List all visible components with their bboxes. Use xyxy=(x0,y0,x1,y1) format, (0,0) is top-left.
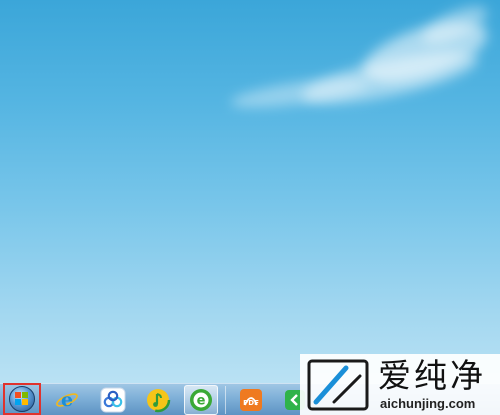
taskbar-pdf-reader[interactable]: PDF xyxy=(234,385,268,415)
windows-start-orb-icon xyxy=(9,386,35,412)
internet-explorer-icon: e xyxy=(56,389,78,411)
watermark-title: 爱纯净 xyxy=(378,356,486,395)
taskbar-internet-explorer[interactable]: e xyxy=(50,385,84,415)
taskbar-360-browser[interactable]: e xyxy=(184,385,218,415)
start-button[interactable] xyxy=(3,383,41,415)
taskbar-qq-music[interactable] xyxy=(141,385,175,415)
aichunjing-logo-icon xyxy=(307,359,369,411)
baidu-netdisk-icon xyxy=(100,387,126,413)
site-watermark: 爱纯净 aichunjing.com xyxy=(300,354,500,415)
cloud xyxy=(229,72,371,114)
svg-text:e: e xyxy=(197,394,206,409)
watermark-url: aichunjing.com xyxy=(380,396,476,411)
qq-music-icon xyxy=(145,387,171,413)
svg-text:PDF: PDF xyxy=(243,399,259,407)
360-browser-icon: e xyxy=(190,389,212,411)
taskbar-separator xyxy=(225,386,226,414)
pdf-reader-icon: PDF xyxy=(240,389,262,411)
desktop-background xyxy=(0,0,500,415)
svg-text:e: e xyxy=(61,389,73,411)
taskbar-baidu-netdisk[interactable] xyxy=(96,385,130,415)
